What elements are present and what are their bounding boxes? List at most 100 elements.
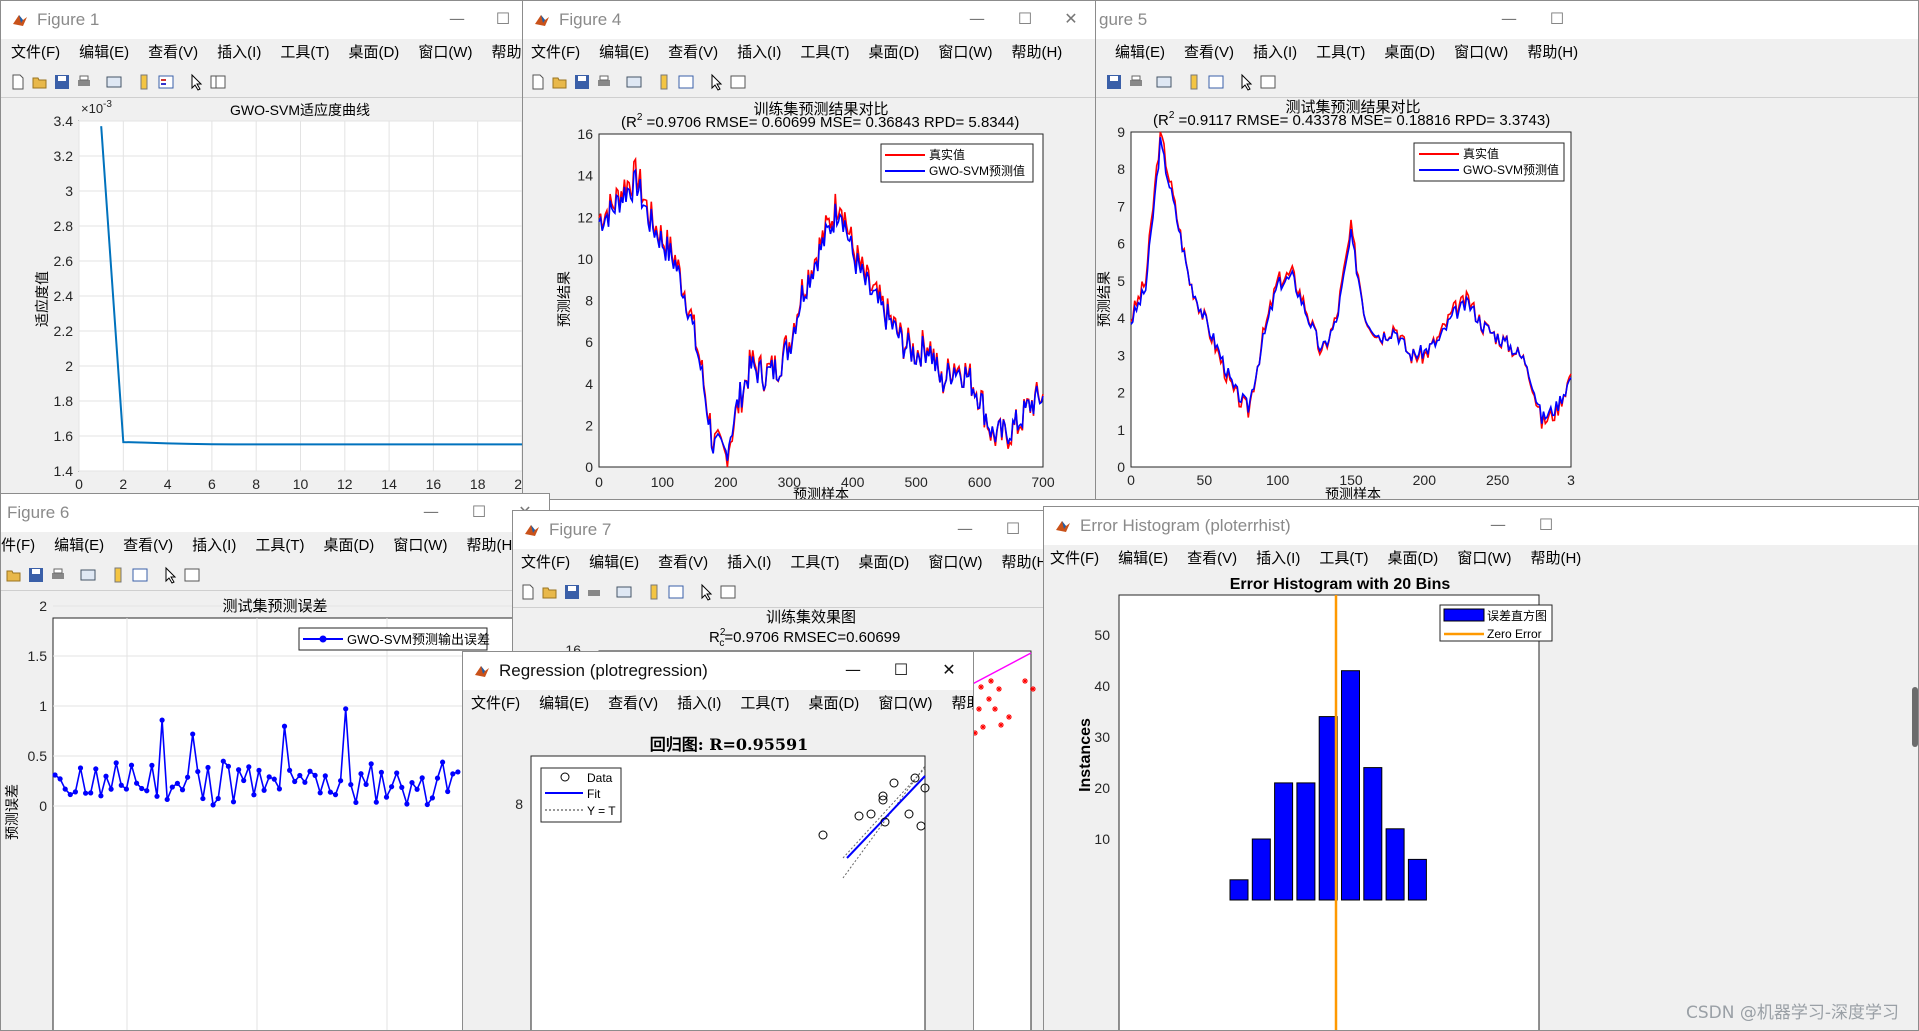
close-button[interactable]: ✕ xyxy=(927,656,971,684)
property-editor-icon[interactable] xyxy=(729,73,747,91)
menu-help[interactable]: 帮助(H) xyxy=(1527,44,1578,61)
menu-help[interactable]: 帮助(H) xyxy=(491,44,525,61)
print-icon[interactable] xyxy=(585,583,603,601)
colorbar-icon[interactable] xyxy=(109,566,127,584)
minimize-button[interactable]: — xyxy=(831,656,875,684)
menu-file[interactable]: 文件(F) xyxy=(471,695,520,712)
pointer-icon[interactable] xyxy=(697,583,715,601)
save-icon[interactable] xyxy=(53,73,71,91)
open-folder-icon[interactable] xyxy=(31,73,49,91)
menu-insert[interactable]: 插入(I) xyxy=(192,537,236,554)
property-editor-icon[interactable] xyxy=(1259,73,1277,91)
property-editor-icon[interactable] xyxy=(209,73,227,91)
legend-icon[interactable] xyxy=(677,73,695,91)
save-icon[interactable] xyxy=(563,583,581,601)
legend[interactable]: 真实值 GWO-SVM预测值 xyxy=(1413,142,1565,182)
menu-desktop[interactable]: 桌面(D) xyxy=(858,554,909,571)
menu-tools[interactable]: 工具(T) xyxy=(1319,550,1368,567)
menu-edit[interactable]: 编辑(E) xyxy=(1118,550,1168,567)
save-icon[interactable] xyxy=(1105,73,1123,91)
menu-file[interactable]: 文件(F) xyxy=(521,554,570,571)
menu-desktop[interactable]: 桌面(D) xyxy=(868,44,919,61)
menu-insert[interactable]: 插入(I) xyxy=(1256,550,1300,567)
legend[interactable]: Data Fit Y = T xyxy=(540,767,622,823)
new-file-icon[interactable] xyxy=(519,583,537,601)
scroll-handle[interactable] xyxy=(1912,687,1918,747)
menu-edit[interactable]: 编辑(E) xyxy=(589,554,639,571)
menu-window[interactable]: 窗口(W) xyxy=(393,537,447,554)
menu-window[interactable]: 窗口(W) xyxy=(418,44,472,61)
pointer-icon[interactable] xyxy=(161,566,179,584)
menu-edit[interactable]: 编辑(E) xyxy=(1115,44,1165,61)
menu-file[interactable]: 件(F) xyxy=(1,537,35,554)
legend[interactable]: 真实值 GWO-SVM预测值 xyxy=(880,143,1034,183)
print-icon[interactable] xyxy=(1127,73,1145,91)
minimize-button[interactable]: — xyxy=(409,498,453,526)
legend-icon[interactable] xyxy=(157,73,175,91)
colorbar-icon[interactable] xyxy=(645,583,663,601)
menu-view[interactable]: 查看(V) xyxy=(608,695,658,712)
link-plot-icon[interactable] xyxy=(105,73,123,91)
menu-insert[interactable]: 插入(I) xyxy=(737,44,781,61)
menu-view[interactable]: 查看(V) xyxy=(148,44,198,61)
menu-tools[interactable]: 工具(T) xyxy=(280,44,329,61)
colorbar-icon[interactable] xyxy=(135,73,153,91)
pointer-icon[interactable] xyxy=(707,73,725,91)
print-icon[interactable] xyxy=(75,73,93,91)
menu-view[interactable]: 查看(V) xyxy=(1184,44,1234,61)
maximize-button[interactable]: ☐ xyxy=(991,515,1035,543)
minimize-button[interactable]: — xyxy=(1487,5,1531,33)
menu-desktop[interactable]: 桌面(D) xyxy=(323,537,374,554)
menu-insert[interactable]: 插入(I) xyxy=(727,554,771,571)
menu-insert[interactable]: 插入(I) xyxy=(677,695,721,712)
open-folder-icon[interactable] xyxy=(551,73,569,91)
menu-help[interactable]: 帮助(H) xyxy=(1530,550,1581,567)
maximize-button[interactable]: ☐ xyxy=(1524,511,1568,539)
figure-5-titlebar[interactable]: gure 5 — ☐ xyxy=(1091,1,1918,39)
menu-file[interactable]: 文件(F) xyxy=(11,44,60,61)
menu-file[interactable]: 文件(F) xyxy=(1050,550,1099,567)
close-button[interactable]: ✕ xyxy=(1049,5,1093,33)
legend[interactable]: GWO-SVM预测输出误差 xyxy=(298,627,490,651)
menu-tools[interactable]: 工具(T) xyxy=(790,554,839,571)
legend[interactable]: 误差直方图 Zero Error xyxy=(1439,604,1553,642)
menu-edit[interactable]: 编辑(E) xyxy=(539,695,589,712)
figure-6-titlebar[interactable]: Figure 6 — ☐ ✕ xyxy=(1,494,549,532)
print-icon[interactable] xyxy=(49,566,67,584)
figure-7-titlebar[interactable]: Figure 7 — ☐ xyxy=(513,511,1046,549)
minimize-button[interactable]: — xyxy=(955,5,999,33)
regression-titlebar[interactable]: Regression (plotregression) — ☐ ✕ xyxy=(463,652,973,690)
menu-window[interactable]: 窗口(W) xyxy=(928,554,982,571)
menu-window[interactable]: 窗口(W) xyxy=(1457,550,1511,567)
figure-1-titlebar[interactable]: Figure 1 — ☐ xyxy=(1,1,525,39)
menu-edit[interactable]: 编辑(E) xyxy=(599,44,649,61)
legend-icon[interactable] xyxy=(1207,73,1225,91)
minimize-button[interactable]: — xyxy=(1476,511,1520,539)
maximize-button[interactable]: ☐ xyxy=(481,5,525,33)
menu-help[interactable]: 帮助(H) xyxy=(466,537,517,554)
menu-desktop[interactable]: 桌面(D) xyxy=(348,44,399,61)
minimize-button[interactable]: — xyxy=(943,515,987,543)
pointer-icon[interactable] xyxy=(1237,73,1255,91)
legend-icon[interactable] xyxy=(667,583,685,601)
maximize-button[interactable]: ☐ xyxy=(457,498,501,526)
maximize-button[interactable]: ☐ xyxy=(1003,5,1047,33)
menu-view[interactable]: 查看(V) xyxy=(123,537,173,554)
open-folder-icon[interactable] xyxy=(5,566,23,584)
menu-file[interactable]: 文件(F) xyxy=(531,44,580,61)
menu-edit[interactable]: 编辑(E) xyxy=(54,537,104,554)
menu-view[interactable]: 查看(V) xyxy=(668,44,718,61)
menu-tools[interactable]: 工具(T) xyxy=(255,537,304,554)
menu-desktop[interactable]: 桌面(D) xyxy=(1387,550,1438,567)
open-folder-icon[interactable] xyxy=(541,583,559,601)
pointer-icon[interactable] xyxy=(187,73,205,91)
print-icon[interactable] xyxy=(595,73,613,91)
menu-help[interactable]: 帮助(H) xyxy=(1001,554,1046,571)
colorbar-icon[interactable] xyxy=(655,73,673,91)
save-icon[interactable] xyxy=(27,566,45,584)
menu-window[interactable]: 窗口(W) xyxy=(878,695,932,712)
new-file-icon[interactable] xyxy=(9,73,27,91)
menu-view[interactable]: 查看(V) xyxy=(658,554,708,571)
save-icon[interactable] xyxy=(573,73,591,91)
menu-window[interactable]: 窗口(W) xyxy=(1454,44,1508,61)
